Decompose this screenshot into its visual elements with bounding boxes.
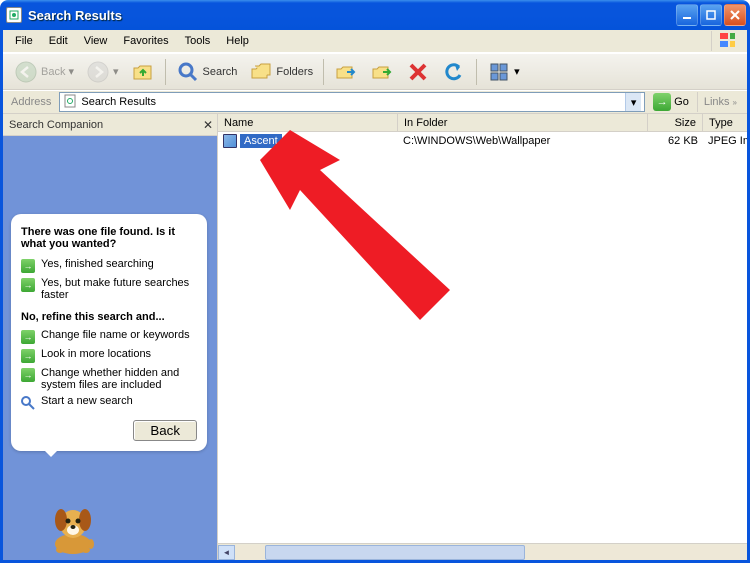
address-input[interactable]: Search Results ▾ xyxy=(59,92,645,112)
file-size: 62 KB xyxy=(648,134,703,148)
option-label: Yes, finished searching xyxy=(41,258,154,270)
up-button[interactable] xyxy=(126,57,160,87)
menu-favorites[interactable]: Favorites xyxy=(115,32,176,50)
option-finished[interactable]: → Yes, finished searching xyxy=(21,258,197,273)
delete-icon xyxy=(406,60,430,84)
column-size[interactable]: Size xyxy=(648,114,703,131)
back-button[interactable]: Back ▾ xyxy=(9,57,79,87)
back-label: Back xyxy=(41,66,65,78)
copy-to-icon xyxy=(370,60,394,84)
undo-button[interactable] xyxy=(437,57,471,87)
chevron-down-icon: ▾ xyxy=(68,65,74,78)
menu-view[interactable]: View xyxy=(76,32,116,50)
file-name: Ascent xyxy=(240,134,282,148)
forward-icon xyxy=(86,60,110,84)
arrow-icon: → xyxy=(21,278,35,292)
arrow-icon: → xyxy=(21,368,35,382)
horizontal-scrollbar[interactable]: ◄ ► xyxy=(218,543,747,560)
address-value: Search Results xyxy=(81,96,621,108)
file-folder: C:\WINDOWS\Web\Wallpaper xyxy=(398,134,648,148)
results-list: Name In Folder Size Type Ascent C:\WINDO… xyxy=(218,114,747,560)
scroll-left-button[interactable]: ◄ xyxy=(218,545,235,560)
companion-title: Search Companion xyxy=(9,119,103,131)
arrow-icon: → xyxy=(21,330,35,344)
balloon-header: There was one file found. Is it what you… xyxy=(21,226,197,250)
views-icon xyxy=(487,60,511,84)
go-icon: → xyxy=(653,93,671,111)
arrow-icon: → xyxy=(21,349,35,363)
search-companion-panel: Search Companion ✕ There was one file fo… xyxy=(3,114,218,560)
chevron-down-icon: ▾ xyxy=(514,65,520,78)
search-label: Search xyxy=(203,66,238,78)
chevron-down-icon: ▾ xyxy=(113,65,119,78)
title-bar: Search Results xyxy=(0,0,750,30)
magnifier-icon xyxy=(21,396,35,410)
menu-help[interactable]: Help xyxy=(218,32,257,50)
option-label: Change whether hidden and system files a… xyxy=(41,367,197,391)
window-icon xyxy=(6,7,22,23)
address-label: Address xyxy=(7,96,55,108)
links-label: Links xyxy=(704,96,730,108)
scroll-thumb[interactable] xyxy=(265,545,525,560)
address-bar: Address Search Results ▾ → Go Links » xyxy=(3,90,747,114)
option-more-locations[interactable]: → Look in more locations xyxy=(21,348,197,363)
go-button[interactable]: → Go xyxy=(649,92,693,112)
move-to-icon xyxy=(334,60,358,84)
companion-close-icon[interactable]: ✕ xyxy=(203,118,213,132)
file-icon xyxy=(223,134,237,148)
address-dropdown-icon[interactable]: ▾ xyxy=(625,93,641,111)
arrow-icon: → xyxy=(21,259,35,273)
page-icon xyxy=(63,94,77,111)
minimize-button[interactable] xyxy=(676,4,698,26)
refine-header: No, refine this search and... xyxy=(21,311,197,323)
windows-flag-icon xyxy=(711,31,743,51)
delete-button[interactable] xyxy=(401,57,435,87)
column-headers: Name In Folder Size Type xyxy=(218,114,747,132)
option-new-search[interactable]: Start a new search xyxy=(21,395,197,410)
forward-button[interactable]: ▾ xyxy=(81,57,124,87)
folders-button[interactable]: Folders xyxy=(244,57,318,87)
option-hidden-files[interactable]: → Change whether hidden and system files… xyxy=(21,367,197,391)
window-title: Search Results xyxy=(28,8,676,23)
option-label: Change file name or keywords xyxy=(41,329,190,341)
search-icon xyxy=(176,60,200,84)
companion-title-bar: Search Companion ✕ xyxy=(3,114,217,136)
menu-bar: File Edit View Favorites Tools Help xyxy=(3,30,747,53)
file-type: JPEG Image xyxy=(703,134,747,148)
menu-tools[interactable]: Tools xyxy=(177,32,219,50)
go-label: Go xyxy=(674,96,689,108)
option-change-name[interactable]: → Change file name or keywords xyxy=(21,329,197,344)
option-label: Yes, but make future searches faster xyxy=(41,277,197,301)
companion-back-button[interactable]: Back xyxy=(133,420,197,441)
move-to-button[interactable] xyxy=(329,57,363,87)
option-faster[interactable]: → Yes, but make future searches faster xyxy=(21,277,197,301)
option-label: Start a new search xyxy=(41,395,133,407)
option-label: Look in more locations xyxy=(41,348,151,360)
menu-edit[interactable]: Edit xyxy=(41,32,76,50)
companion-balloon: There was one file found. Is it what you… xyxy=(11,214,207,451)
copy-to-button[interactable] xyxy=(365,57,399,87)
folders-icon xyxy=(249,60,273,84)
undo-icon xyxy=(442,60,466,84)
maximize-button[interactable] xyxy=(700,4,722,26)
column-name[interactable]: Name xyxy=(218,114,398,131)
close-button[interactable] xyxy=(724,4,746,26)
column-folder[interactable]: In Folder xyxy=(398,114,648,131)
result-row[interactable]: Ascent C:\WINDOWS\Web\Wallpaper 62 KB JP… xyxy=(218,132,747,149)
folders-label: Folders xyxy=(276,66,313,78)
search-button[interactable]: Search xyxy=(171,57,243,87)
links-toolbar[interactable]: Links » xyxy=(697,92,743,112)
toolbar: Back ▾ ▾ Search Folders xyxy=(3,53,747,90)
views-button[interactable]: ▾ xyxy=(482,57,525,87)
column-type[interactable]: Type xyxy=(703,114,747,131)
back-icon xyxy=(14,60,38,84)
menu-file[interactable]: File xyxy=(7,32,41,50)
folder-up-icon xyxy=(131,60,155,84)
search-dog-icon[interactable] xyxy=(43,496,103,556)
